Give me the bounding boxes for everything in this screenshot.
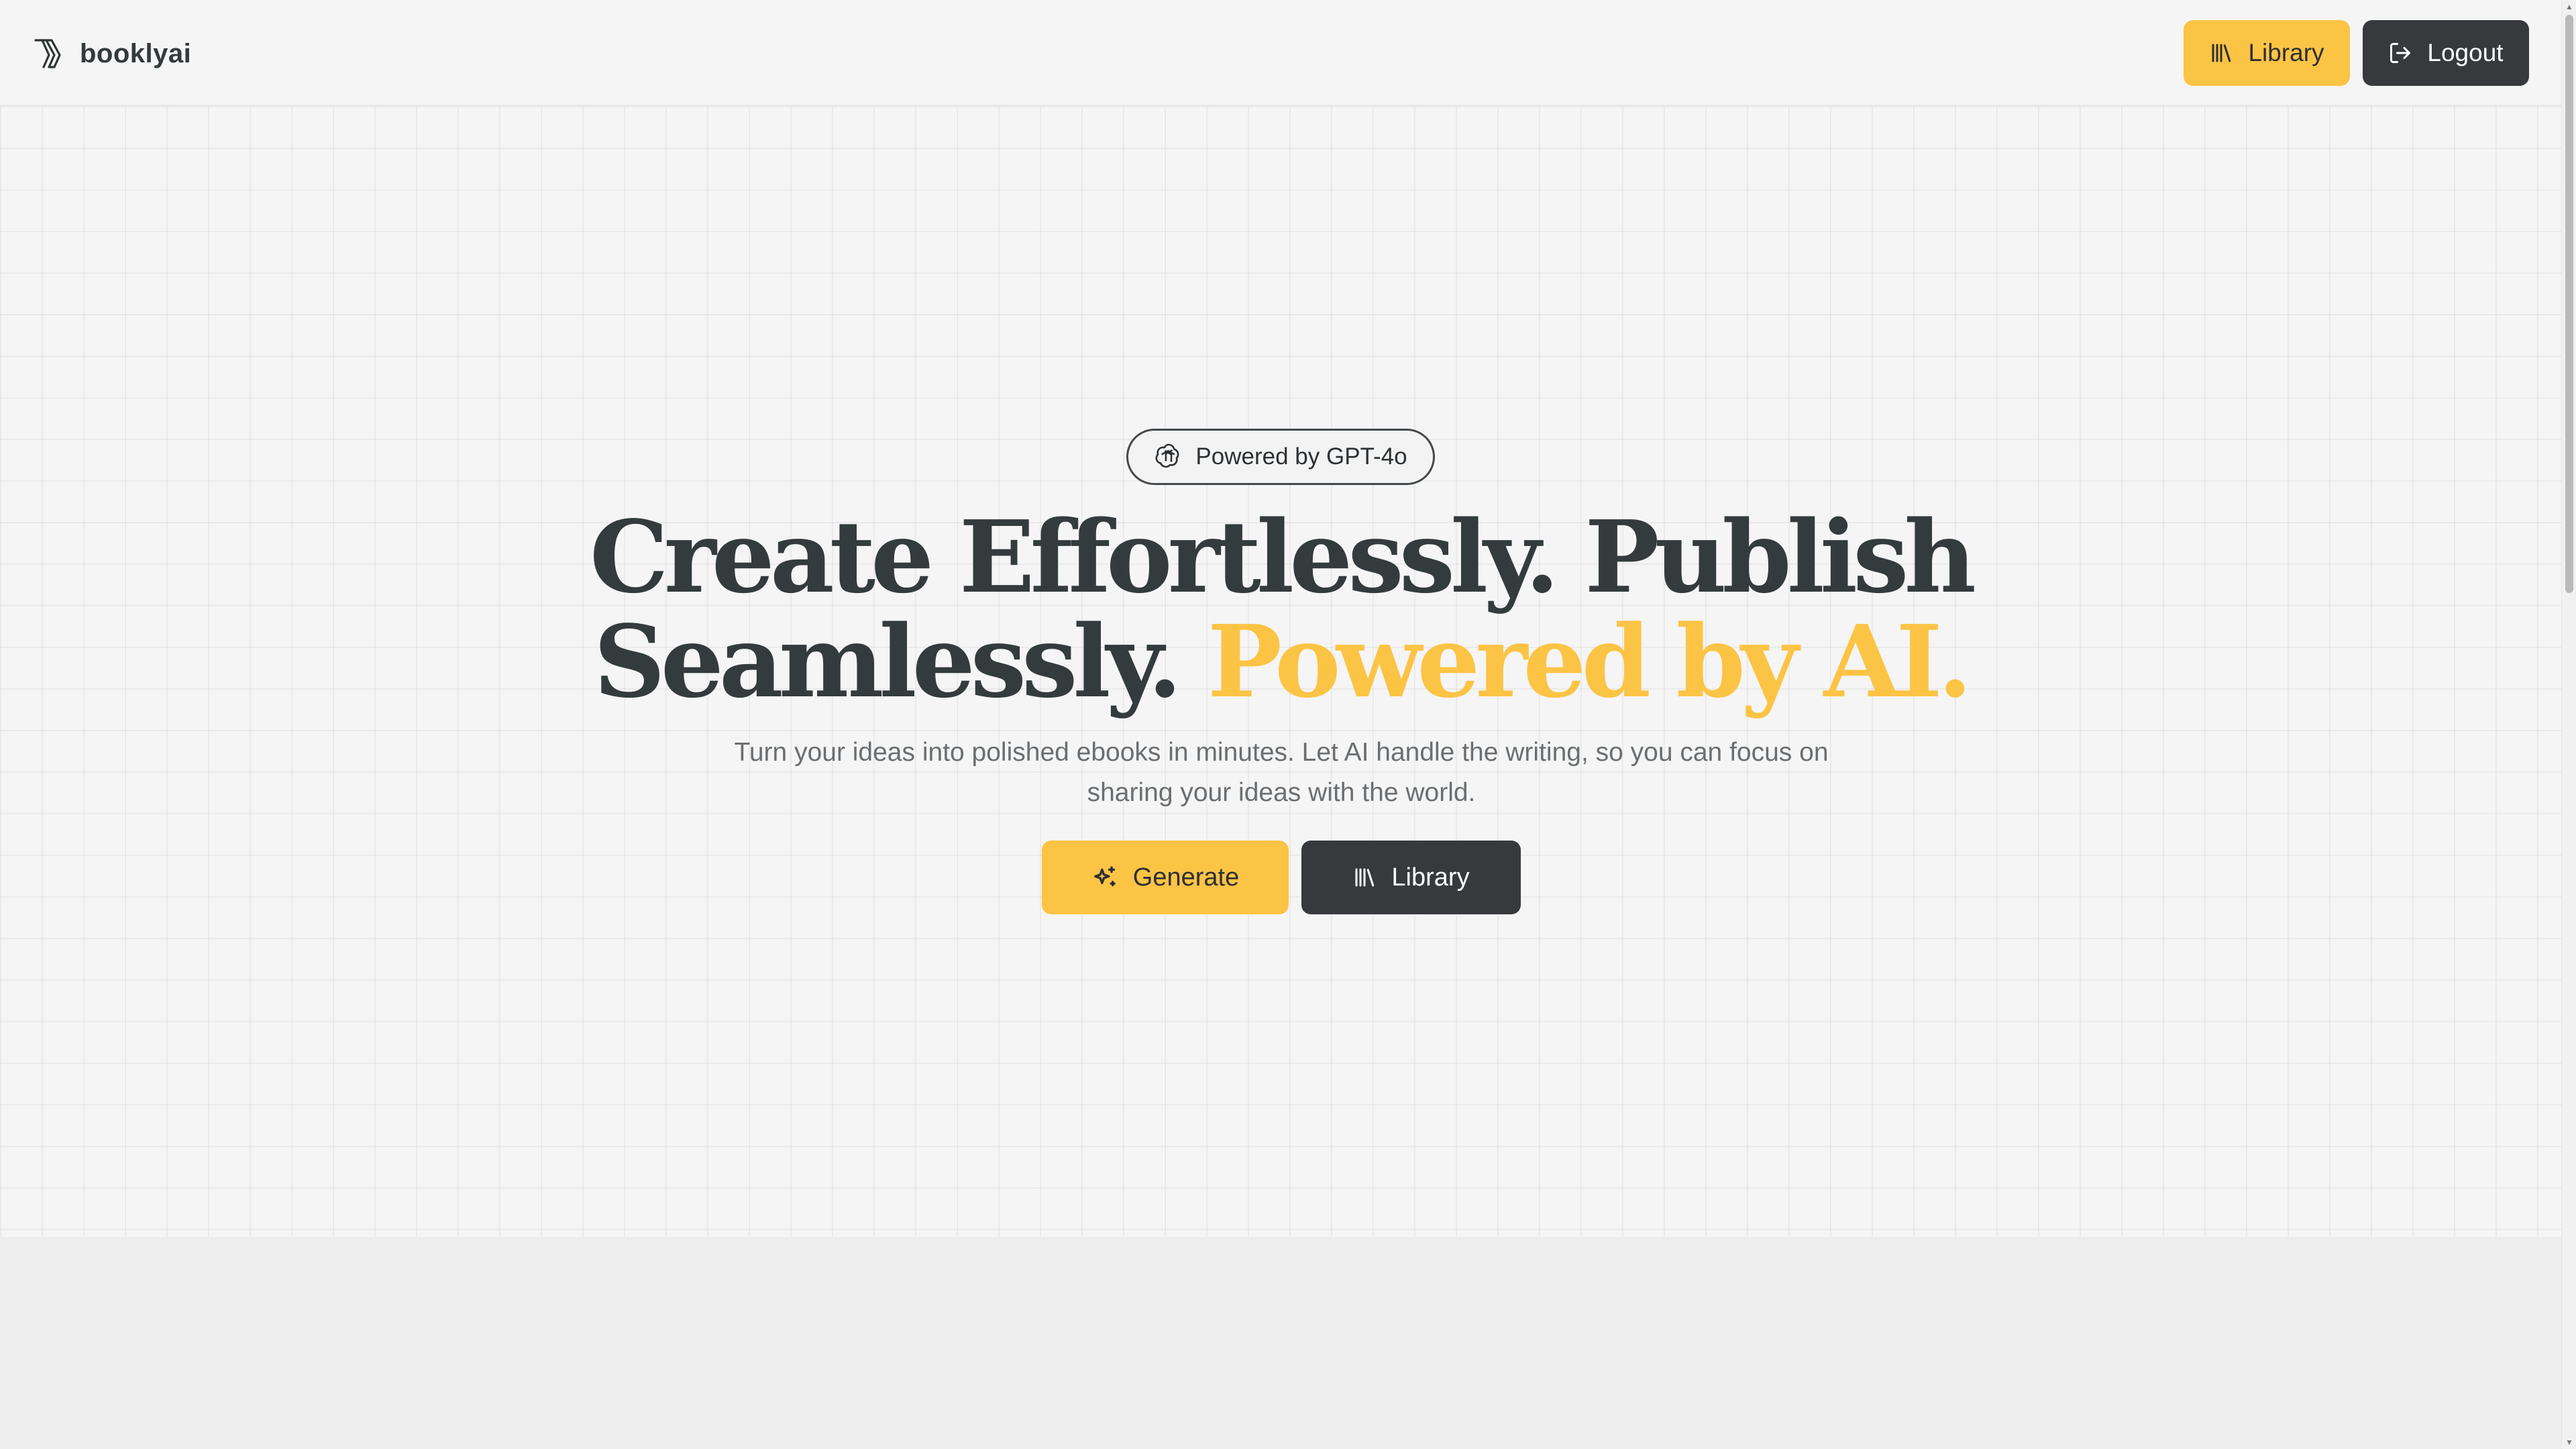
logout-icon bbox=[2388, 41, 2412, 65]
headline-line-1: Create Effortlessly. Publish bbox=[589, 498, 1976, 615]
scroll-up-icon[interactable]: ▲ bbox=[2562, 0, 2576, 13]
logout-button[interactable]: Logout bbox=[2363, 20, 2529, 86]
scroll-down-icon[interactable]: ▼ bbox=[2562, 1436, 2576, 1449]
brand-link[interactable]: booklyai bbox=[32, 34, 191, 74]
headline-line-2-dark: Seamlessly. bbox=[593, 603, 1182, 720]
header-library-label: Library bbox=[2248, 39, 2324, 66]
badge-label: Powered by GPT-4o bbox=[1195, 443, 1407, 470]
openai-icon bbox=[1154, 441, 1183, 474]
lower-section bbox=[0, 1237, 2561, 1449]
generate-label: Generate bbox=[1132, 863, 1240, 892]
brand-name: booklyai bbox=[80, 38, 192, 68]
hero-library-label: Library bbox=[1391, 863, 1470, 892]
subtitle-line-1: Turn your ideas into polished ebooks in … bbox=[734, 738, 1829, 767]
page: booklyai Library Logout Powered by GPT-4… bbox=[0, 0, 2576, 1449]
vertical-scrollbar[interactable]: ▲ ▼ bbox=[2561, 0, 2576, 1449]
headline-accent: Powered by AI. bbox=[1207, 603, 1972, 720]
hero-subtitle: Turn your ideas into polished ebooks in … bbox=[698, 733, 1865, 813]
header-library-button[interactable]: Library bbox=[2184, 20, 2350, 86]
subtitle-line-2: sharing your ideas with the world. bbox=[1087, 778, 1476, 807]
top-nav: booklyai Library Logout bbox=[0, 0, 2561, 106]
logout-label: Logout bbox=[2427, 39, 2504, 66]
generate-button[interactable]: Generate bbox=[1042, 841, 1289, 914]
powered-by-badge: Powered by GPT-4o bbox=[1126, 429, 1435, 485]
sparkles-icon bbox=[1091, 864, 1118, 891]
booklyai-logo-icon bbox=[32, 35, 69, 72]
library-books-icon bbox=[1352, 865, 1377, 890]
hero-library-button[interactable]: Library bbox=[1301, 841, 1521, 914]
scrollbar-thumb[interactable] bbox=[2565, 15, 2573, 593]
hero-headline: Create Effortlessly. Publish Seamlessly.… bbox=[0, 504, 2561, 714]
library-books-icon bbox=[2209, 41, 2233, 65]
